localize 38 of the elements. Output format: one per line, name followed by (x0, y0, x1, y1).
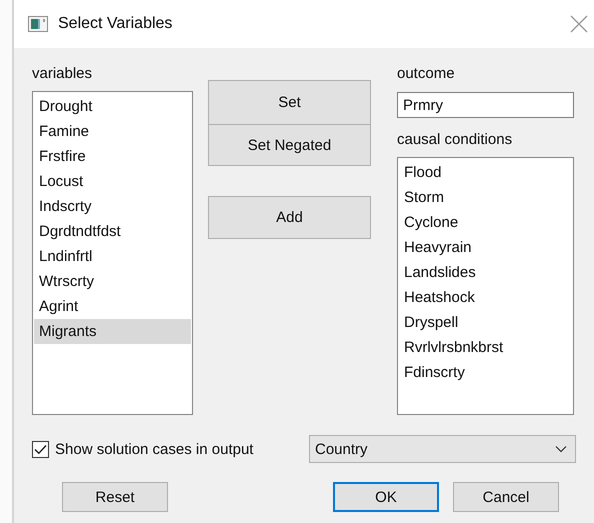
list-item[interactable]: Locust (34, 169, 191, 194)
dialog-button[interactable]: Cancel (453, 482, 559, 512)
list-item[interactable]: Frstfire (34, 144, 191, 169)
list-item[interactable]: Rvrlvlrsbnkbrst (399, 335, 572, 360)
case-dropdown[interactable]: Country (309, 435, 576, 463)
checkbox[interactable] (32, 440, 49, 458)
field-label: outcome (397, 64, 456, 84)
list-item[interactable]: Wtrscrty (34, 269, 191, 294)
list-item[interactable]: Landslides (399, 260, 572, 285)
action-button[interactable]: Add (208, 196, 371, 239)
chevron-icon (555, 445, 567, 453)
list-item[interactable]: Famine (34, 119, 191, 144)
list-item[interactable]: Fdinscrty (399, 360, 572, 385)
window-title: Select Variables (58, 15, 172, 33)
list-item[interactable]: Heavyrain (399, 235, 572, 260)
list-item[interactable]: Dryspell (399, 310, 572, 335)
list-item[interactable]: Storm (399, 185, 572, 210)
list-item[interactable]: Dgrdtndtfdst (34, 219, 191, 244)
list-item[interactable]: Agrint (34, 294, 191, 319)
dialog-button[interactable]: Reset (62, 482, 168, 512)
list-item[interactable]: Drought (34, 94, 191, 119)
conditions-list[interactable]: Flood Storm Cyclone Heavyrain Landslides Heatshock Dryspell Rvrlvlrsbnkbrst Fdinscrty (397, 157, 574, 415)
action-button[interactable]: Set (208, 80, 371, 125)
list-item[interactable]: Lndinfrtl (34, 244, 191, 269)
list-item[interactable]: Migrants (34, 319, 191, 344)
checkbox-label: Show solution cases in output (55, 440, 254, 458)
list-item[interactable]: Flood (399, 160, 572, 185)
list-label: variables (32, 64, 94, 84)
close-icon[interactable] (570, 15, 588, 33)
outcome-field[interactable]: Prmry (397, 92, 574, 118)
list-item[interactable]: Indscrty (34, 194, 191, 219)
dialog-button[interactable]: OK (333, 482, 439, 512)
list-item[interactable]: Cyclone (399, 210, 572, 235)
variables-list[interactable]: Drought Famine Frstfire Locust Indscrty Dgrdtndtfdst Lndinfrtl Wtrscrty Agrint Migrants (32, 91, 193, 415)
list-label: causal conditions (397, 130, 514, 150)
app-icon (28, 16, 48, 32)
action-button[interactable]: Set Negated (208, 124, 371, 166)
list-item[interactable]: Heatshock (399, 285, 572, 310)
